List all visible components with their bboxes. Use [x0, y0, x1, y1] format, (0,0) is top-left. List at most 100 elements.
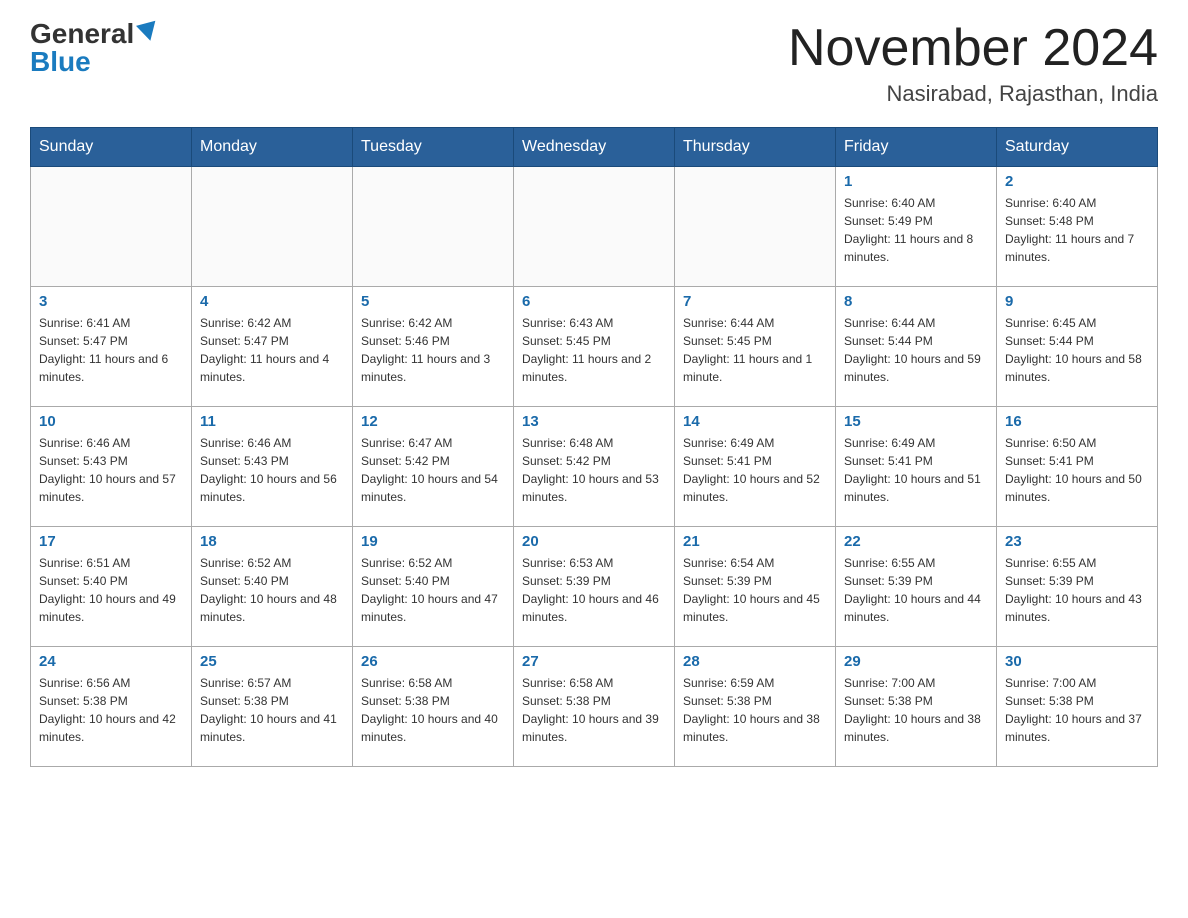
- logo: General Blue: [30, 20, 158, 76]
- day-info: Sunrise: 6:47 AM Sunset: 5:42 PM Dayligh…: [361, 434, 505, 506]
- day-number: 1: [844, 173, 988, 190]
- week-row-2: 3 Sunrise: 6:41 AM Sunset: 5:47 PM Daylig…: [31, 287, 1158, 407]
- calendar-cell: [514, 167, 675, 287]
- calendar-cell: 13 Sunrise: 6:48 AM Sunset: 5:42 PM Dayli…: [514, 407, 675, 527]
- day-number: 13: [522, 413, 666, 430]
- week-row-4: 17 Sunrise: 6:51 AM Sunset: 5:40 PM Dayli…: [31, 527, 1158, 647]
- day-info: Sunrise: 6:55 AM Sunset: 5:39 PM Dayligh…: [844, 554, 988, 626]
- calendar-cell: 10 Sunrise: 6:46 AM Sunset: 5:43 PM Dayli…: [31, 407, 192, 527]
- day-number: 16: [1005, 413, 1149, 430]
- day-info: Sunrise: 6:52 AM Sunset: 5:40 PM Dayligh…: [200, 554, 344, 626]
- day-number: 7: [683, 293, 827, 310]
- weekday-header-saturday: Saturday: [997, 128, 1158, 167]
- calendar-cell: 6 Sunrise: 6:43 AM Sunset: 5:45 PM Daylig…: [514, 287, 675, 407]
- day-info: Sunrise: 6:55 AM Sunset: 5:39 PM Dayligh…: [1005, 554, 1149, 626]
- calendar-cell: 30Sunrise: 7:00 AM Sunset: 5:38 PM Dayli…: [997, 647, 1158, 767]
- calendar-cell: 21Sunrise: 6:54 AM Sunset: 5:39 PM Dayli…: [675, 527, 836, 647]
- calendar-cell: 18 Sunrise: 6:52 AM Sunset: 5:40 PM Dayli…: [192, 527, 353, 647]
- day-info: Sunrise: 6:56 AM Sunset: 5:38 PM Dayligh…: [39, 674, 183, 746]
- week-row-1: 1 Sunrise: 6:40 AM Sunset: 5:49 PM Daylig…: [31, 167, 1158, 287]
- week-row-3: 10 Sunrise: 6:46 AM Sunset: 5:43 PM Dayli…: [31, 407, 1158, 527]
- month-title: November 2024: [788, 20, 1158, 77]
- calendar-cell: 9Sunrise: 6:45 AM Sunset: 5:44 PM Daylig…: [997, 287, 1158, 407]
- logo-general-word: General: [30, 18, 134, 49]
- day-info: Sunrise: 6:45 AM Sunset: 5:44 PM Dayligh…: [1005, 314, 1149, 386]
- calendar-cell: 27 Sunrise: 6:58 AM Sunset: 5:38 PM Dayli…: [514, 647, 675, 767]
- day-info: Sunrise: 6:51 AM Sunset: 5:40 PM Dayligh…: [39, 554, 183, 626]
- logo-general-text: General: [30, 20, 158, 48]
- calendar-cell: 28 Sunrise: 6:59 AM Sunset: 5:38 PM Dayli…: [675, 647, 836, 767]
- day-number: 28: [683, 653, 827, 670]
- day-info: Sunrise: 6:42 AM Sunset: 5:46 PM Dayligh…: [361, 314, 505, 386]
- day-info: Sunrise: 6:46 AM Sunset: 5:43 PM Dayligh…: [200, 434, 344, 506]
- day-number: 6: [522, 293, 666, 310]
- calendar-cell: 29 Sunrise: 7:00 AM Sunset: 5:38 PM Dayli…: [836, 647, 997, 767]
- day-number: 10: [39, 413, 183, 430]
- logo-blue-text: Blue: [30, 48, 91, 76]
- day-number: 25: [200, 653, 344, 670]
- calendar-table: SundayMondayTuesdayWednesdayThursdayFrid…: [30, 127, 1158, 767]
- day-info: Sunrise: 6:43 AM Sunset: 5:45 PM Dayligh…: [522, 314, 666, 386]
- calendar-cell: 11 Sunrise: 6:46 AM Sunset: 5:43 PM Dayli…: [192, 407, 353, 527]
- day-number: 8: [844, 293, 988, 310]
- calendar-cell: 23 Sunrise: 6:55 AM Sunset: 5:39 PM Dayli…: [997, 527, 1158, 647]
- day-number: 29: [844, 653, 988, 670]
- day-info: Sunrise: 6:41 AM Sunset: 5:47 PM Dayligh…: [39, 314, 183, 386]
- day-info: Sunrise: 6:40 AM Sunset: 5:48 PM Dayligh…: [1005, 194, 1149, 266]
- day-info: Sunrise: 6:57 AM Sunset: 5:38 PM Dayligh…: [200, 674, 344, 746]
- day-info: Sunrise: 7:00 AM Sunset: 5:38 PM Dayligh…: [844, 674, 988, 746]
- week-row-5: 24 Sunrise: 6:56 AM Sunset: 5:38 PM Dayli…: [31, 647, 1158, 767]
- day-number: 14: [683, 413, 827, 430]
- day-number: 22: [844, 533, 988, 550]
- day-number: 27: [522, 653, 666, 670]
- day-number: 15: [844, 413, 988, 430]
- weekday-header-wednesday: Wednesday: [514, 128, 675, 167]
- day-number: 18: [200, 533, 344, 550]
- day-number: 24: [39, 653, 183, 670]
- calendar-cell: 8 Sunrise: 6:44 AM Sunset: 5:44 PM Daylig…: [836, 287, 997, 407]
- day-number: 4: [200, 293, 344, 310]
- calendar-cell: 19Sunrise: 6:52 AM Sunset: 5:40 PM Dayli…: [353, 527, 514, 647]
- page-header: General Blue November 2024 Nasirabad, Ra…: [30, 20, 1158, 107]
- weekday-header-friday: Friday: [836, 128, 997, 167]
- day-info: Sunrise: 6:44 AM Sunset: 5:44 PM Dayligh…: [844, 314, 988, 386]
- calendar-cell: 20 Sunrise: 6:53 AM Sunset: 5:39 PM Dayli…: [514, 527, 675, 647]
- day-number: 17: [39, 533, 183, 550]
- day-info: Sunrise: 6:53 AM Sunset: 5:39 PM Dayligh…: [522, 554, 666, 626]
- day-info: Sunrise: 6:49 AM Sunset: 5:41 PM Dayligh…: [844, 434, 988, 506]
- calendar-cell: 17 Sunrise: 6:51 AM Sunset: 5:40 PM Dayli…: [31, 527, 192, 647]
- day-number: 11: [200, 413, 344, 430]
- day-info: Sunrise: 6:42 AM Sunset: 5:47 PM Dayligh…: [200, 314, 344, 386]
- weekday-header-monday: Monday: [192, 128, 353, 167]
- day-number: 5: [361, 293, 505, 310]
- calendar-cell: 24 Sunrise: 6:56 AM Sunset: 5:38 PM Dayli…: [31, 647, 192, 767]
- calendar-cell: [675, 167, 836, 287]
- weekday-header-sunday: Sunday: [31, 128, 192, 167]
- calendar-cell: [353, 167, 514, 287]
- day-info: Sunrise: 6:44 AM Sunset: 5:45 PM Dayligh…: [683, 314, 827, 386]
- calendar-cell: 25 Sunrise: 6:57 AM Sunset: 5:38 PM Dayli…: [192, 647, 353, 767]
- day-info: Sunrise: 6:46 AM Sunset: 5:43 PM Dayligh…: [39, 434, 183, 506]
- calendar-cell: 7 Sunrise: 6:44 AM Sunset: 5:45 PM Daylig…: [675, 287, 836, 407]
- day-number: 30: [1005, 653, 1149, 670]
- calendar-cell: 1 Sunrise: 6:40 AM Sunset: 5:49 PM Daylig…: [836, 167, 997, 287]
- day-number: 12: [361, 413, 505, 430]
- day-info: Sunrise: 6:48 AM Sunset: 5:42 PM Dayligh…: [522, 434, 666, 506]
- calendar-cell: 16Sunrise: 6:50 AM Sunset: 5:41 PM Dayli…: [997, 407, 1158, 527]
- day-info: Sunrise: 6:59 AM Sunset: 5:38 PM Dayligh…: [683, 674, 827, 746]
- title-section: November 2024 Nasirabad, Rajasthan, Indi…: [788, 20, 1158, 107]
- calendar-cell: 4 Sunrise: 6:42 AM Sunset: 5:47 PM Daylig…: [192, 287, 353, 407]
- weekday-header-tuesday: Tuesday: [353, 128, 514, 167]
- calendar-cell: [31, 167, 192, 287]
- day-info: Sunrise: 6:40 AM Sunset: 5:49 PM Dayligh…: [844, 194, 988, 266]
- day-info: Sunrise: 6:54 AM Sunset: 5:39 PM Dayligh…: [683, 554, 827, 626]
- day-number: 3: [39, 293, 183, 310]
- weekday-header-thursday: Thursday: [675, 128, 836, 167]
- calendar-cell: [192, 167, 353, 287]
- day-number: 23: [1005, 533, 1149, 550]
- day-info: Sunrise: 6:52 AM Sunset: 5:40 PM Dayligh…: [361, 554, 505, 626]
- day-number: 20: [522, 533, 666, 550]
- day-info: Sunrise: 6:58 AM Sunset: 5:38 PM Dayligh…: [522, 674, 666, 746]
- calendar-cell: 2Sunrise: 6:40 AM Sunset: 5:48 PM Daylig…: [997, 167, 1158, 287]
- day-info: Sunrise: 6:58 AM Sunset: 5:38 PM Dayligh…: [361, 674, 505, 746]
